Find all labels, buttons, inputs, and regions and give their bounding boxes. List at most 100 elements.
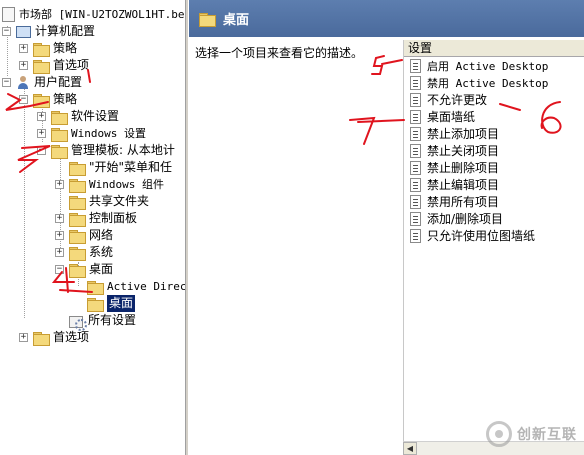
policy-setting-label: 禁止删除项目 [427,161,500,175]
column-header-settings[interactable]: 设置 [404,40,584,57]
folder-icon [51,110,68,125]
tree-label: 用户配置 [34,75,83,89]
collapse-icon[interactable]: − [2,78,11,87]
tree-system[interactable]: + 系统 [55,244,113,261]
no-expander [73,299,82,308]
policy-setting-icon [410,58,421,73]
tree-label: 共享文件夹 [89,194,150,208]
computer-icon [16,25,31,38]
policy-setting-item[interactable]: 只允许使用位图墙纸 [404,227,584,244]
policy-setting-item[interactable]: 禁止删除项目 [404,159,584,176]
tree-cc-preferences[interactable]: + 首选项 [19,57,89,74]
tree-label: 控制面板 [89,211,138,225]
expand-icon[interactable]: + [19,61,28,70]
collapse-icon[interactable]: − [37,146,46,155]
folder-icon [69,263,86,278]
details-header: 桌面 [189,0,584,37]
details-title: 桌面 [223,13,250,28]
expand-icon[interactable]: + [19,44,28,53]
tree-cc-policies[interactable]: + 策略 [19,40,77,57]
policy-setting-icon [410,228,421,243]
tree-admin-templates[interactable]: − 管理模板: 从本地计 [37,142,175,159]
policy-setting-item[interactable]: 禁用 Active Desktop [404,74,584,91]
expand-icon[interactable]: + [55,214,64,223]
folder-icon [69,178,86,193]
tree-label: "开始"菜单和任 [89,160,173,174]
policy-setting-item[interactable]: 禁止添加项目 [404,125,584,142]
expand-icon[interactable]: + [37,112,46,121]
policy-setting-icon [410,126,421,141]
tree-root[interactable]: 市场部 [WIN-U2TOZWOL1HT.bene [2,6,185,23]
tree-windows-settings[interactable]: + Windows 设置 [37,125,146,142]
tree-shared-folders[interactable]: 共享文件夹 [55,193,149,210]
tree-label: 系统 [89,245,114,259]
policy-setting-item[interactable]: 启用 Active Desktop [404,57,584,74]
settings-list: 设置 启用 Active Desktop 禁用 Active Desktop 不允许… [403,40,584,455]
navigation-tree: 市场部 [WIN-U2TOZWOL1HT.bene − 计算机配置 + 策略 +… [0,0,185,455]
policy-setting-label: 禁止添加项目 [427,127,500,141]
tree-root-label: 市场部 [WIN-U2TOZWOL1HT.bene [19,8,185,21]
policy-setting-label: 桌面墙纸 [427,110,476,124]
tree-uc-preferences[interactable]: + 首选项 [19,329,89,346]
folder-icon [69,246,86,261]
policy-setting-item[interactable]: 禁用所有项目 [404,193,584,210]
user-icon [16,75,30,90]
tree-all-settings[interactable]: 所有设置 [55,312,137,331]
tree-desktop[interactable]: − 桌面 [55,261,113,278]
collapse-icon[interactable]: − [2,27,11,36]
folder-icon [33,331,50,346]
tree-desktop-sub-selected[interactable]: 桌面 [73,295,136,312]
policy-setting-icon [410,75,421,90]
folder-icon [69,229,86,244]
policy-setting-item[interactable]: 添加/删除项目 [404,210,584,227]
folder-icon [33,42,50,57]
tree-guide [24,86,25,318]
tree-label: Active Direc [107,280,185,293]
tree-user-config[interactable]: − 用户配置 [2,74,82,91]
collapse-icon[interactable]: − [55,265,64,274]
policy-document-icon [2,7,15,22]
tree-software-settings[interactable]: + 软件设置 [37,108,119,125]
tree-start-menu[interactable]: "开始"菜单和任 [55,159,172,176]
watermark-logo: 创新互联 [483,413,584,455]
no-expander [55,316,64,325]
scroll-left-icon[interactable]: ◀ [403,442,417,455]
brand-logo-icon [486,421,512,447]
expand-icon[interactable]: + [55,248,64,257]
tree-label: 管理模板: 从本地计 [71,143,175,157]
no-expander [73,282,82,291]
tree-label: 首选项 [53,58,90,72]
policy-setting-label: 启用 Active Desktop [427,59,549,73]
tree-windows-components[interactable]: + Windows 组件 [55,176,164,193]
watermark-text: 创新互联 [517,427,577,443]
policy-setting-label: 添加/删除项目 [427,212,504,226]
tree-label: 网络 [89,228,114,242]
tree-control-panel[interactable]: + 控制面板 [55,210,137,227]
collapse-icon[interactable]: − [19,95,28,104]
details-pane: 桌面 选择一个项目来查看它的描述。 设置 启用 Active Desktop 禁用… [189,0,584,455]
policy-setting-label: 禁用所有项目 [427,195,500,209]
tree-computer-config[interactable]: − 计算机配置 [2,23,95,40]
policy-setting-icon [410,211,421,226]
tree-uc-policies[interactable]: − 策略 [19,91,77,108]
no-expander [55,163,64,172]
tree-label: 计算机配置 [35,24,96,38]
tree-network[interactable]: + 网络 [55,227,113,244]
policy-setting-item[interactable]: 桌面墙纸 [404,108,584,125]
expand-icon[interactable]: + [55,180,64,189]
policy-setting-label: 禁用 Active Desktop [427,76,549,90]
policy-setting-item[interactable]: 禁止关闭项目 [404,142,584,159]
folder-icon [33,59,50,74]
policy-setting-label: 只允许使用位图墙纸 [427,229,536,243]
policy-setting-item[interactable]: 不允许更改 [404,91,584,108]
tree-label: Windows 设置 [71,127,146,140]
tree-active-directory[interactable]: Active Direc [73,278,185,295]
tree-label: 所有设置 [88,313,137,327]
expand-icon[interactable]: + [37,129,46,138]
policy-setting-icon [410,92,421,107]
folder-icon [69,161,86,176]
expand-icon[interactable]: + [19,333,28,342]
policy-setting-item[interactable]: 禁止编辑项目 [404,176,584,193]
folder-icon [51,127,68,142]
expand-icon[interactable]: + [55,231,64,240]
